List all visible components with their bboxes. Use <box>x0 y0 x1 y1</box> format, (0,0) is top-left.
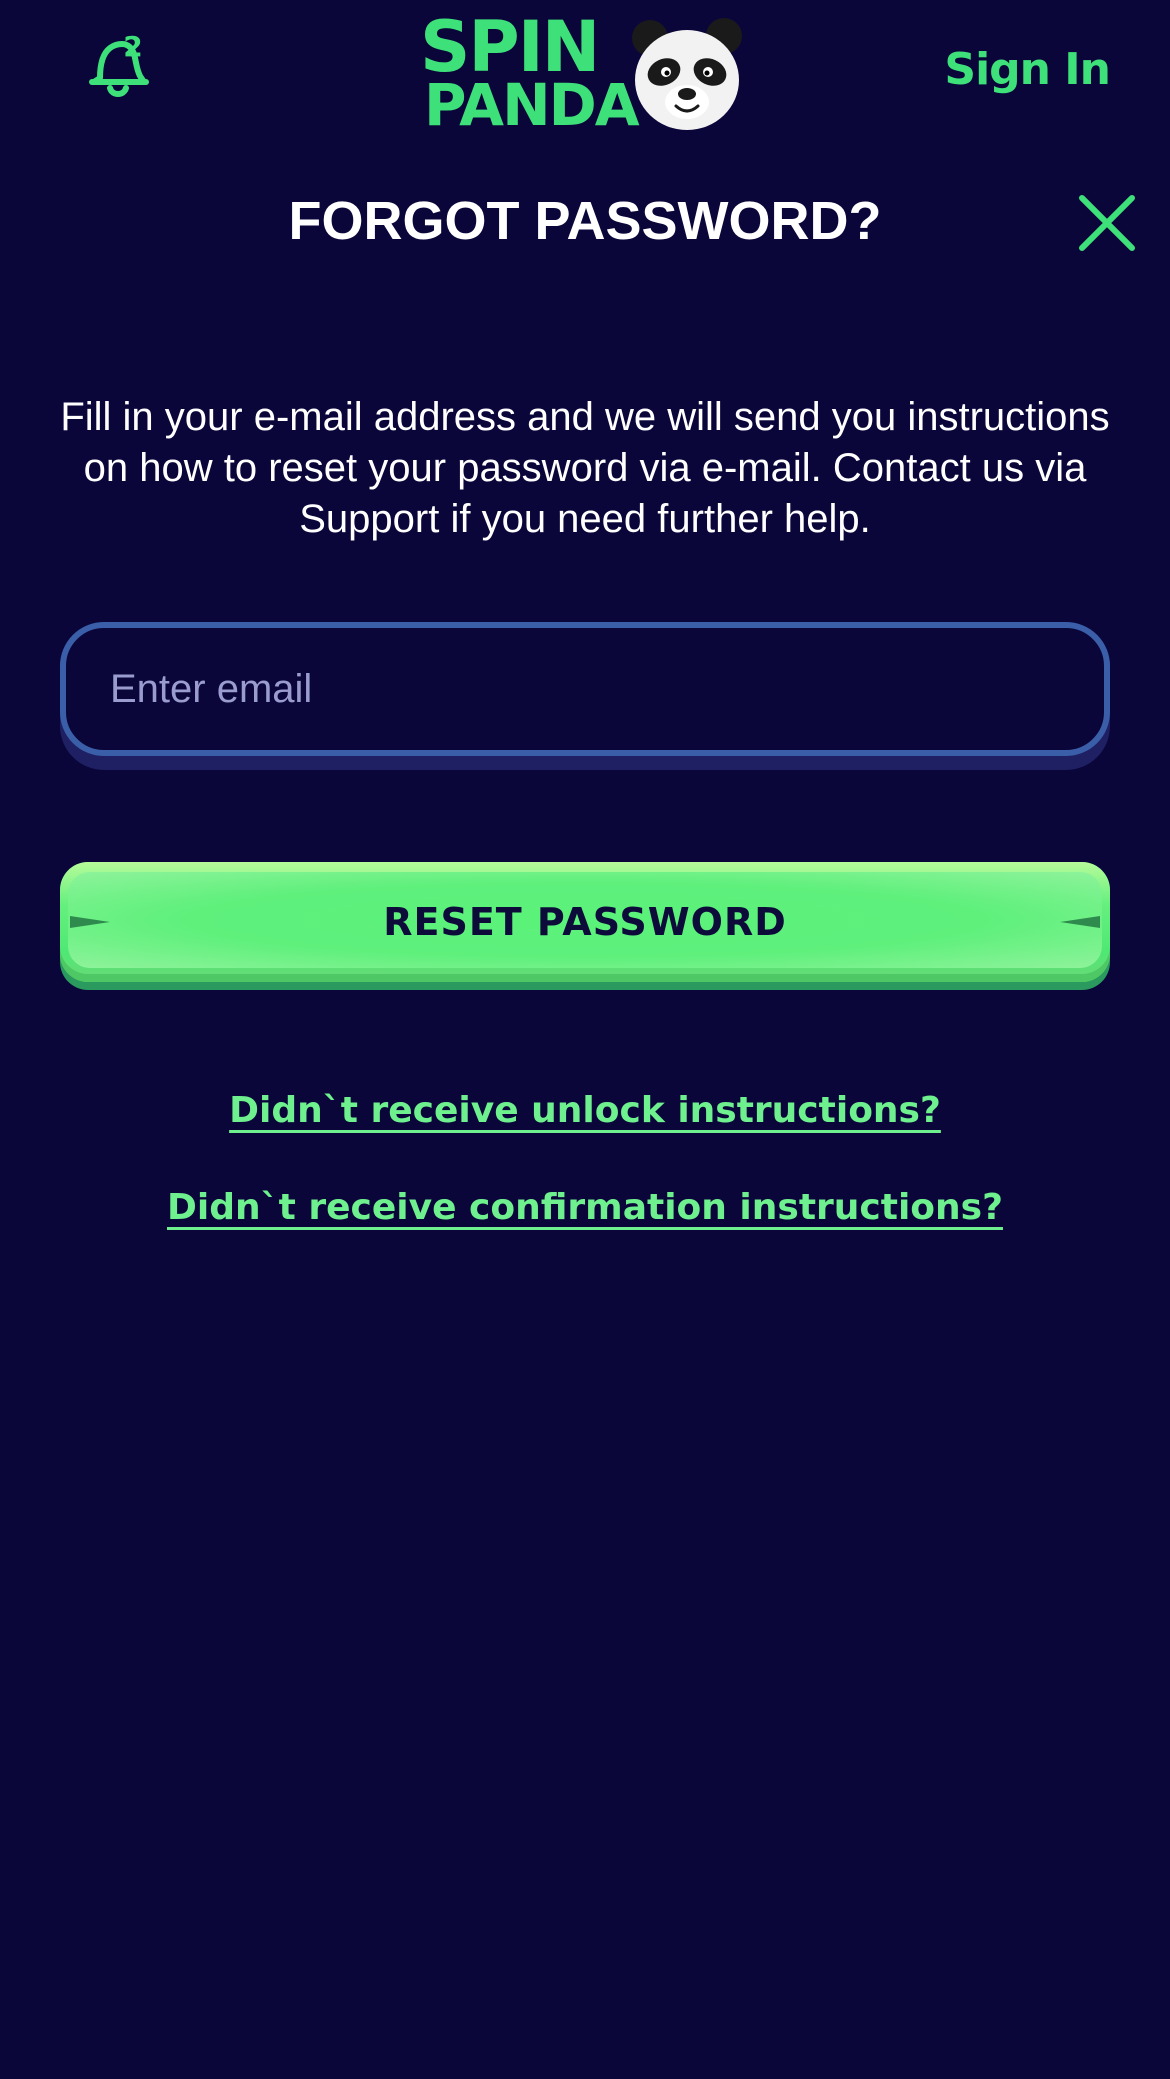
reset-password-button[interactable]: RESET PASSWORD <box>60 862 1110 990</box>
page-title: FORGOT PASSWORD? <box>288 191 882 251</box>
email-input[interactable] <box>60 622 1110 756</box>
close-icon[interactable] <box>1078 194 1136 252</box>
reset-button-label: RESET PASSWORD <box>383 900 787 944</box>
confirmation-instructions-row: Didn`t receive confirmation instructions… <box>0 1187 1170 1228</box>
spin-panda-logo[interactable]: SPIN PANDA <box>420 12 750 138</box>
unlock-instructions-link[interactable]: Didn`t receive unlock instructions? <box>229 1090 941 1131</box>
panda-icon <box>632 18 742 130</box>
instructions-text: Fill in your e-mail address and we will … <box>60 395 1110 541</box>
header: 2 SPIN PANDA Sign In <box>0 0 1170 150</box>
email-field-container <box>60 622 1110 770</box>
confirmation-instructions-link[interactable]: Didn`t receive confirmation instructions… <box>167 1187 1003 1228</box>
notification-badge: 2 <box>123 30 143 63</box>
reset-button-face: RESET PASSWORD <box>60 862 1110 982</box>
unlock-instructions-row: Didn`t receive unlock instructions? <box>0 1090 1170 1131</box>
sign-in-link[interactable]: Sign In <box>944 44 1111 95</box>
logo-text-panda: PANDA <box>424 71 640 139</box>
